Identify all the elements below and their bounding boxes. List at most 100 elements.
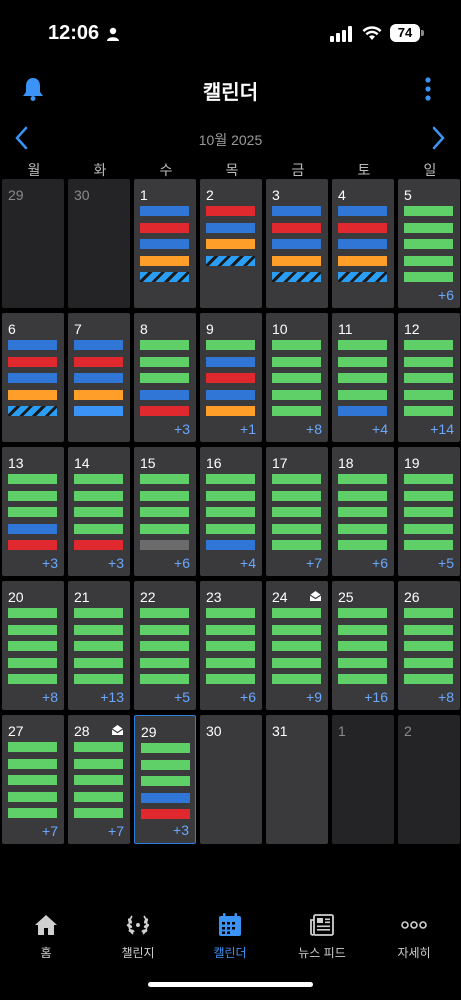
event-bar	[8, 608, 57, 618]
event-bar	[8, 657, 57, 668]
day-cell[interactable]: 9 +1	[200, 313, 262, 442]
day-cell[interactable]: 14 +3	[68, 447, 130, 576]
tab-challenge[interactable]: 챌린지	[92, 912, 184, 972]
tab-label: 자세히	[397, 946, 431, 960]
event-bar	[338, 406, 387, 416]
event-bar	[141, 759, 190, 770]
day-cell[interactable]: 13 +3	[2, 447, 64, 576]
more-events-count: +9	[306, 689, 322, 705]
event-bar	[338, 507, 387, 517]
event-bar	[338, 222, 387, 233]
event-bar	[74, 406, 123, 416]
event-bar	[74, 490, 123, 501]
day-cell[interactable]: 5 +6	[398, 179, 460, 308]
event-bar	[338, 272, 387, 282]
event-bar	[140, 272, 189, 282]
event-bar	[140, 540, 189, 550]
event-bar	[206, 523, 255, 534]
day-cell[interactable]: 16 +4	[200, 447, 262, 576]
day-number: 16	[206, 455, 222, 471]
day-cell[interactable]: 30	[68, 179, 130, 308]
event-bar	[338, 389, 387, 400]
day-cell[interactable]: 4	[332, 179, 394, 308]
event-bar	[74, 389, 123, 400]
event-bar	[338, 356, 387, 367]
tab-news-feed[interactable]: 뉴스 피드	[276, 912, 368, 972]
weekday-label: 수	[159, 162, 173, 178]
more-events-count: +3	[108, 555, 124, 571]
more-vertical-icon[interactable]	[420, 76, 436, 102]
day-cell[interactable]: 25 +16	[332, 581, 394, 710]
event-bar	[74, 674, 123, 684]
battery-tip	[421, 30, 424, 36]
day-cell[interactable]: 11 +4	[332, 313, 394, 442]
day-cell[interactable]: 15 +6	[134, 447, 196, 576]
more-events-count: +5	[174, 689, 190, 705]
newspaper-icon	[310, 914, 334, 936]
day-cell[interactable]: 1	[134, 179, 196, 308]
event-bar	[206, 389, 255, 400]
day-cell[interactable]: 27 +7	[2, 715, 64, 844]
event-bar	[74, 540, 123, 550]
day-cell[interactable]: 22 +5	[134, 581, 196, 710]
day-cell[interactable]: 8 +3	[134, 313, 196, 442]
day-cell[interactable]: 20 +8	[2, 581, 64, 710]
envelope-icon	[111, 725, 124, 735]
day-cell[interactable]: 28 +7	[68, 715, 130, 844]
chevron-right-icon[interactable]	[428, 126, 448, 150]
weekday-label: 화	[93, 162, 107, 178]
event-bar	[272, 657, 321, 668]
day-cell[interactable]: 6	[2, 313, 64, 442]
event-bar	[140, 674, 189, 684]
event-bar	[404, 406, 453, 416]
day-cell[interactable]: 12 +14	[398, 313, 460, 442]
day-cell[interactable]: 1	[332, 715, 394, 844]
event-bar	[8, 758, 57, 769]
day-cell[interactable]: 2	[398, 715, 460, 844]
tab-more[interactable]: 자세히	[368, 912, 460, 972]
person-icon	[107, 27, 119, 41]
tab-calendar[interactable]: 캘린더	[184, 912, 276, 972]
event-bar	[8, 356, 57, 367]
more-events-count: +8	[306, 421, 322, 437]
status-time: 12:06	[48, 22, 100, 44]
event-bar	[74, 507, 123, 517]
event-bar	[272, 206, 321, 216]
day-cell-today[interactable]: 29 +3	[134, 715, 196, 844]
day-cell[interactable]: 3	[266, 179, 328, 308]
more-events-count: +1	[240, 421, 256, 437]
day-cell[interactable]: 30	[200, 715, 262, 844]
day-cell[interactable]: 18 +6	[332, 447, 394, 576]
day-cell[interactable]: 7	[68, 313, 130, 442]
day-cell[interactable]: 24 +9	[266, 581, 328, 710]
event-bar	[74, 775, 123, 785]
event-bar	[74, 808, 123, 818]
event-bar	[404, 657, 453, 668]
status-bar: 12:06 74	[0, 0, 461, 60]
day-cell[interactable]: 10 +8	[266, 313, 328, 442]
day-number: 9	[206, 321, 214, 337]
event-bar	[338, 206, 387, 216]
day-cell[interactable]: 2	[200, 179, 262, 308]
event-bar	[404, 222, 453, 233]
day-number: 22	[140, 589, 156, 605]
day-cell[interactable]: 31	[266, 715, 328, 844]
day-cell[interactable]: 23 +6	[200, 581, 262, 710]
tab-home[interactable]: 홈	[0, 912, 92, 972]
day-cell[interactable]: 26 +8	[398, 581, 460, 710]
event-bar	[272, 239, 321, 249]
weekday-label: 금	[291, 162, 305, 178]
event-bar	[8, 490, 57, 501]
event-bar	[74, 608, 123, 618]
event-bar	[140, 255, 189, 266]
day-cell[interactable]: 29	[2, 179, 64, 308]
day-cell[interactable]: 17 +7	[266, 447, 328, 576]
day-cell[interactable]: 19 +5	[398, 447, 460, 576]
day-number: 21	[74, 589, 90, 605]
day-cell[interactable]: 21 +13	[68, 581, 130, 710]
event-bar	[272, 406, 321, 416]
event-bar	[404, 389, 453, 400]
event-bar	[404, 608, 453, 618]
day-number: 26	[404, 589, 420, 605]
day-number: 3	[272, 187, 280, 203]
